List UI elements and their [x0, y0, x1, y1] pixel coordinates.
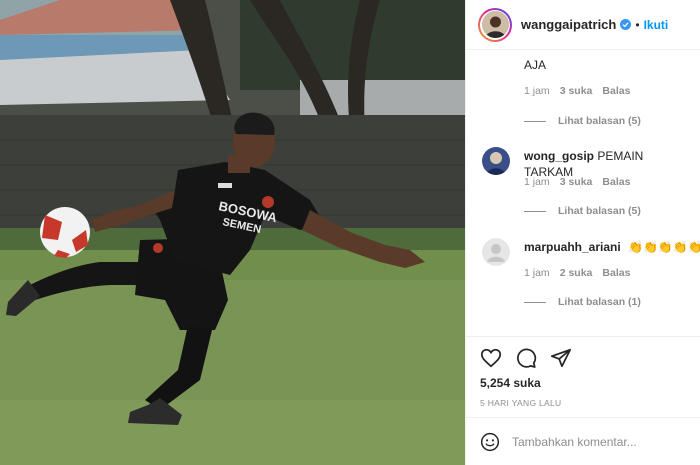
post-header: wanggaipatrich • Ikuti	[466, 0, 700, 50]
football-player-image: BOSOWA SEMEN	[0, 0, 465, 465]
add-comment-bar	[466, 417, 700, 465]
header-separator: •	[635, 17, 640, 32]
follow-button[interactable]: Ikuti	[644, 18, 669, 32]
post-timestamp: 5 HARI YANG LALU	[480, 398, 562, 408]
comment-likes[interactable]: 3 suka	[560, 176, 593, 188]
story-avatar[interactable]	[478, 7, 512, 42]
view-replies-label: Lihat balasan (5)	[558, 205, 641, 217]
heart-icon[interactable]	[480, 347, 502, 369]
post-author-username[interactable]: wanggaipatrich	[521, 17, 616, 32]
verified-badge-icon	[620, 19, 632, 30]
reply-button[interactable]: Balas	[602, 85, 630, 97]
reply-button[interactable]: Balas	[602, 176, 630, 188]
view-replies-button[interactable]: Lihat balasan (1)	[524, 296, 641, 308]
replies-divider	[524, 301, 546, 303]
replies-divider	[524, 120, 546, 122]
post-actions: 5,254 suka 5 HARI YANG LALU	[466, 336, 700, 416]
commenter-username[interactable]: marpuahh_ariani	[524, 240, 621, 254]
likes-count[interactable]: 5,254 suka	[480, 376, 541, 390]
comment-time[interactable]: 1 jam	[524, 267, 550, 279]
view-replies-button[interactable]: Lihat balasan (5)	[524, 205, 641, 217]
post-side-panel: wanggaipatrich • Ikuti AJA 1 jam 3 suka …	[465, 0, 700, 465]
view-replies-button[interactable]: Lihat balasan (5)	[524, 115, 641, 127]
emoji-icon[interactable]	[480, 432, 500, 452]
speech-bubble-icon[interactable]	[515, 347, 537, 369]
instagram-post-view: BOSOWA SEMEN wanggaipatrich • Ikuti AJA …	[0, 0, 700, 465]
avatar	[481, 11, 509, 38]
comment-meta: 1 jam 3 suka Balas	[524, 85, 630, 97]
clapping-hands-icon: 👏👏👏👏👏	[628, 240, 700, 254]
comment-time[interactable]: 1 jam	[524, 85, 550, 97]
comment-likes[interactable]: 3 suka	[560, 85, 593, 97]
comment-text: AJA	[524, 58, 547, 72]
reply-button[interactable]: Balas	[602, 267, 630, 279]
view-replies-label: Lihat balasan (5)	[558, 115, 641, 127]
comment-likes[interactable]: 2 suka	[560, 267, 593, 279]
comment-input[interactable]	[512, 434, 692, 449]
replies-divider	[524, 210, 546, 212]
commenter-avatar[interactable]	[482, 238, 510, 266]
comments-list: AJA 1 jam 3 suka Balas Lihat balasan (5)	[466, 51, 700, 336]
view-replies-label: Lihat balasan (1)	[558, 296, 641, 308]
comment-time[interactable]: 1 jam	[524, 176, 550, 188]
comment-meta: 1 jam 3 suka Balas	[524, 176, 630, 188]
comment-meta: 1 jam 2 suka Balas	[524, 267, 630, 279]
post-photo[interactable]: BOSOWA SEMEN	[0, 0, 465, 465]
comment-text: marpuahh_ariani 👏👏👏👏👏	[524, 239, 700, 255]
paper-plane-icon[interactable]	[550, 347, 572, 369]
commenter-username[interactable]: wong_gosip	[524, 149, 594, 163]
commenter-avatar[interactable]	[482, 147, 510, 175]
